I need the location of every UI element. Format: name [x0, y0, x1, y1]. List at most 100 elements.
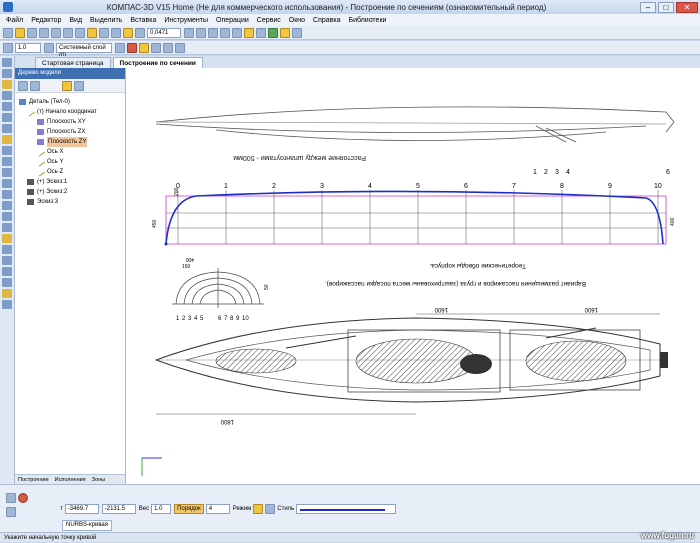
tree-node[interactable]: Ось Z [17, 167, 123, 177]
library-icon[interactable] [280, 27, 290, 38]
measure-tool-icon[interactable] [2, 256, 12, 265]
new-file-icon[interactable] [3, 27, 13, 38]
tree-node[interactable]: Ось Y [17, 157, 123, 167]
undo-icon[interactable] [99, 27, 109, 38]
tab-zones[interactable]: Зоны [89, 475, 108, 484]
line-tool-icon[interactable] [2, 91, 12, 100]
redo-icon[interactable] [111, 27, 121, 38]
perspective-icon[interactable] [244, 27, 254, 38]
tree-node[interactable]: (+) Эскиз:1 [17, 177, 123, 187]
drawing-canvas[interactable]: Расстояние между шпангоутами - 500мм 1 2… [126, 68, 700, 484]
shaded-icon[interactable] [232, 27, 242, 38]
copy-icon[interactable] [75, 27, 85, 38]
constraint-tool-icon[interactable] [2, 278, 12, 287]
state-icon[interactable] [115, 42, 125, 53]
open-curve-icon[interactable] [253, 504, 264, 514]
color-icon[interactable] [175, 42, 185, 53]
point-tool-icon[interactable] [2, 80, 12, 89]
print-icon[interactable] [39, 27, 49, 38]
minimize-button[interactable]: – [640, 1, 656, 13]
rectangle-tool-icon[interactable] [2, 146, 12, 155]
polygon-tool-icon[interactable] [2, 157, 12, 166]
order-select[interactable]: 4 [205, 504, 230, 514]
help-icon[interactable] [6, 507, 16, 517]
menu-help[interactable]: Справка [313, 17, 340, 24]
tree-view-icon[interactable] [62, 80, 72, 91]
nurbs-tool-icon[interactable] [2, 135, 12, 144]
tree-node[interactable]: Ось X [17, 147, 123, 157]
view-orientation-icon[interactable] [208, 27, 218, 38]
menu-libraries[interactable]: Библиотеки [349, 17, 387, 24]
x-coordinate-field[interactable]: -3469.7 [64, 504, 99, 514]
menu-tools[interactable]: Инструменты [164, 17, 208, 24]
menu-service[interactable]: Сервис [257, 17, 281, 24]
menu-window[interactable]: Окно [289, 17, 305, 24]
trim-tool-icon[interactable] [2, 201, 12, 210]
tab-nurbs-curve[interactable]: NURBS-кривая [62, 520, 113, 531]
filter-icon[interactable] [268, 27, 278, 38]
save-icon[interactable] [27, 27, 37, 38]
fillet-tool-icon[interactable] [2, 168, 12, 177]
open-file-icon[interactable] [15, 27, 25, 38]
grid-icon[interactable] [151, 42, 161, 53]
tree-options-icon[interactable] [74, 80, 84, 91]
section-icon[interactable] [256, 27, 266, 38]
stop-icon[interactable] [18, 493, 28, 503]
arc-tool-icon[interactable] [2, 113, 12, 122]
close-button[interactable]: ✕ [676, 1, 698, 13]
tree-node[interactable]: Плоскость ZX [17, 127, 123, 137]
pin-icon[interactable] [6, 493, 16, 503]
tree-order-icon[interactable] [18, 80, 28, 91]
tab-variants[interactable]: Исполнения [52, 475, 89, 484]
ortho-icon[interactable] [139, 42, 149, 53]
hatch-tool-icon[interactable] [2, 212, 12, 221]
tree-filter-icon[interactable] [30, 80, 40, 91]
pan-icon[interactable] [196, 27, 206, 38]
spline-tool-icon[interactable] [2, 124, 12, 133]
tab-build[interactable]: Построение [15, 475, 52, 484]
manager-icon[interactable] [292, 27, 302, 38]
tree-node[interactable]: (+) Эскиз:2 [17, 187, 123, 197]
menu-view[interactable]: Вид [69, 17, 82, 24]
tree-node[interactable]: (т) Начало координат [17, 107, 123, 117]
param-tool-icon[interactable] [2, 234, 12, 243]
menu-select[interactable]: Выделить [90, 17, 122, 24]
rotate-icon[interactable] [184, 27, 194, 38]
edit-tool-icon[interactable] [2, 245, 12, 254]
y-coordinate-field[interactable]: -2131.5 [101, 504, 136, 514]
preview-icon[interactable] [51, 27, 61, 38]
text-tool-icon[interactable] [2, 223, 12, 232]
cut-icon[interactable] [63, 27, 73, 38]
spec-tool-icon[interactable] [2, 289, 12, 298]
scale-combo[interactable]: 1.0 [15, 42, 41, 53]
select-tool-icon[interactable] [2, 267, 12, 276]
zoom-combo[interactable]: 0.0471 [147, 27, 181, 38]
dimensions-tool-icon[interactable] [2, 69, 12, 78]
zoom-in-icon[interactable] [123, 27, 133, 38]
maximize-button[interactable]: □ [658, 1, 674, 13]
tree-node[interactable]: Эскиз:3 [17, 197, 123, 207]
chamfer-tool-icon[interactable] [2, 179, 12, 188]
report-tool-icon[interactable] [2, 300, 12, 309]
tree-node[interactable]: Плоскость XY [17, 117, 123, 127]
menu-operations[interactable]: Операции [216, 17, 249, 24]
local-cs-icon[interactable] [163, 42, 173, 53]
paste-icon[interactable] [87, 27, 97, 38]
geometry-tool-icon[interactable] [2, 58, 12, 67]
snap-icon[interactable] [127, 42, 137, 53]
menu-file[interactable]: Файл [6, 17, 23, 24]
menu-edit[interactable]: Редактор [31, 17, 61, 24]
closed-curve-icon[interactable] [265, 504, 276, 514]
tab-loft-document[interactable]: Построение по сечении [112, 57, 203, 68]
layer-combo[interactable]: Системный слой (0) [56, 42, 112, 59]
style-icon[interactable] [3, 42, 13, 53]
tree-node[interactable]: Деталь (Тел-0) [17, 97, 123, 107]
menu-insert[interactable]: Вставка [130, 17, 156, 24]
style-select[interactable] [296, 504, 397, 514]
wireframe-icon[interactable] [220, 27, 230, 38]
weight-field[interactable]: 1.0 [151, 504, 172, 514]
zoom-out-icon[interactable] [135, 27, 145, 38]
offset-tool-icon[interactable] [2, 190, 12, 199]
circle-tool-icon[interactable] [2, 102, 12, 111]
tree-node[interactable]: Плоскость ZY [17, 137, 123, 147]
